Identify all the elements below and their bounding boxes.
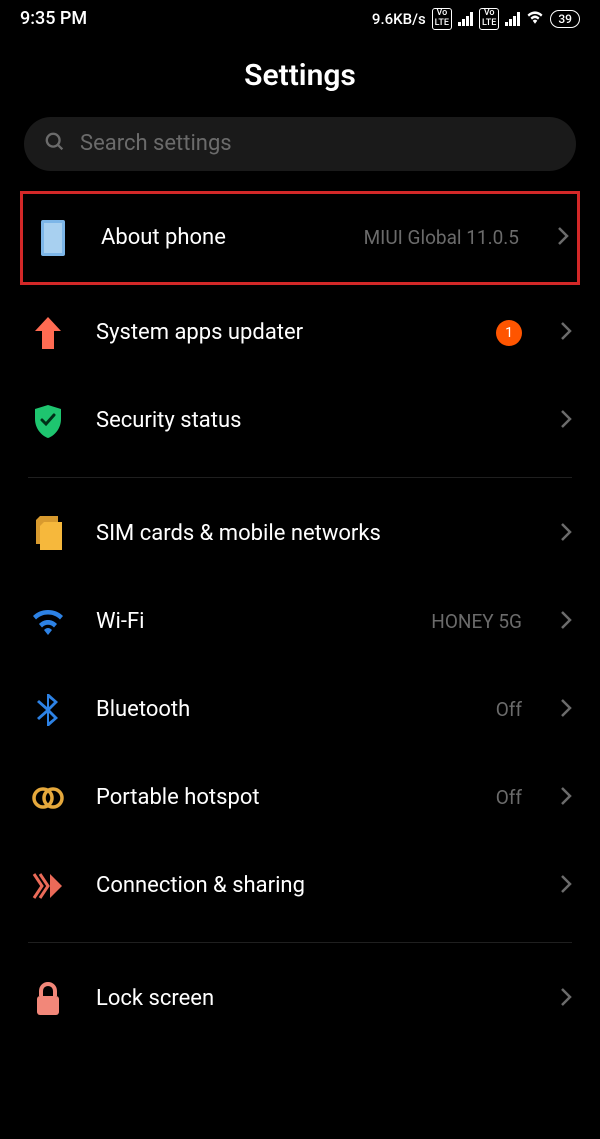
sim-icon xyxy=(28,514,68,554)
lock-icon xyxy=(28,979,68,1019)
settings-item-bluetooth[interactable]: Bluetooth Off xyxy=(0,666,600,754)
item-value: Off xyxy=(496,786,522,809)
shield-check-icon xyxy=(28,401,68,441)
wifi-icon xyxy=(526,10,544,28)
share-icon xyxy=(28,866,68,906)
settings-item-security-status[interactable]: Security status xyxy=(0,377,600,465)
item-label: Bluetooth xyxy=(96,697,468,722)
search-icon xyxy=(44,131,66,157)
item-label: SIM cards & mobile networks xyxy=(96,521,522,546)
item-value: MIUI Global 11.0.5 xyxy=(364,226,519,249)
chevron-right-icon xyxy=(560,874,572,898)
wifi-icon xyxy=(28,602,68,642)
divider xyxy=(28,477,572,478)
settings-item-wifi[interactable]: Wi-Fi HONEY 5G xyxy=(0,578,600,666)
chevron-right-icon xyxy=(560,409,572,433)
settings-item-about-phone[interactable]: About phone MIUI Global 11.0.5 xyxy=(20,191,580,285)
chevron-right-icon xyxy=(560,786,572,810)
item-label: Connection & sharing xyxy=(96,873,522,898)
signal-icon-2 xyxy=(505,12,520,26)
chevron-right-icon xyxy=(557,226,569,250)
page-title: Settings xyxy=(0,58,600,93)
bluetooth-icon xyxy=(28,690,68,730)
settings-list: About phone MIUI Global 11.0.5 System ap… xyxy=(0,191,600,1043)
divider xyxy=(28,942,572,943)
settings-item-connection-sharing[interactable]: Connection & sharing xyxy=(0,842,600,930)
search-input[interactable]: Search settings xyxy=(24,117,576,171)
status-time: 9:35 PM xyxy=(20,8,87,29)
settings-item-system-apps-updater[interactable]: System apps updater 1 xyxy=(0,289,600,377)
item-label: System apps updater xyxy=(96,320,468,345)
settings-item-portable-hotspot[interactable]: Portable hotspot Off xyxy=(0,754,600,842)
chevron-right-icon xyxy=(560,698,572,722)
network-speed: 9.6KB/s xyxy=(372,10,426,28)
volte-icon-1: VoLTE xyxy=(432,8,452,30)
signal-icon-1 xyxy=(458,12,473,26)
item-value: HONEY 5G xyxy=(431,610,522,633)
item-label: About phone xyxy=(101,225,336,250)
item-label: Lock screen xyxy=(96,986,522,1011)
item-label: Security status xyxy=(96,408,522,433)
item-label: Portable hotspot xyxy=(96,785,468,810)
hotspot-icon xyxy=(28,778,68,818)
volte-icon-2: VoLTE xyxy=(479,8,499,30)
phone-icon xyxy=(33,218,73,258)
status-indicators: 9.6KB/s VoLTE VoLTE 39 xyxy=(372,8,580,30)
item-label: Wi-Fi xyxy=(96,609,403,634)
chevron-right-icon xyxy=(560,610,572,634)
arrow-up-icon xyxy=(28,313,68,353)
settings-item-sim-cards[interactable]: SIM cards & mobile networks xyxy=(0,490,600,578)
chevron-right-icon xyxy=(560,522,572,546)
chevron-right-icon xyxy=(560,321,572,345)
status-bar: 9:35 PM 9.6KB/s VoLTE VoLTE 39 xyxy=(0,0,600,38)
settings-item-lock-screen[interactable]: Lock screen xyxy=(0,955,600,1043)
notification-badge: 1 xyxy=(496,320,522,346)
item-value: Off xyxy=(496,698,522,721)
chevron-right-icon xyxy=(560,987,572,1011)
search-placeholder: Search settings xyxy=(80,131,232,156)
battery-icon: 39 xyxy=(550,10,580,28)
